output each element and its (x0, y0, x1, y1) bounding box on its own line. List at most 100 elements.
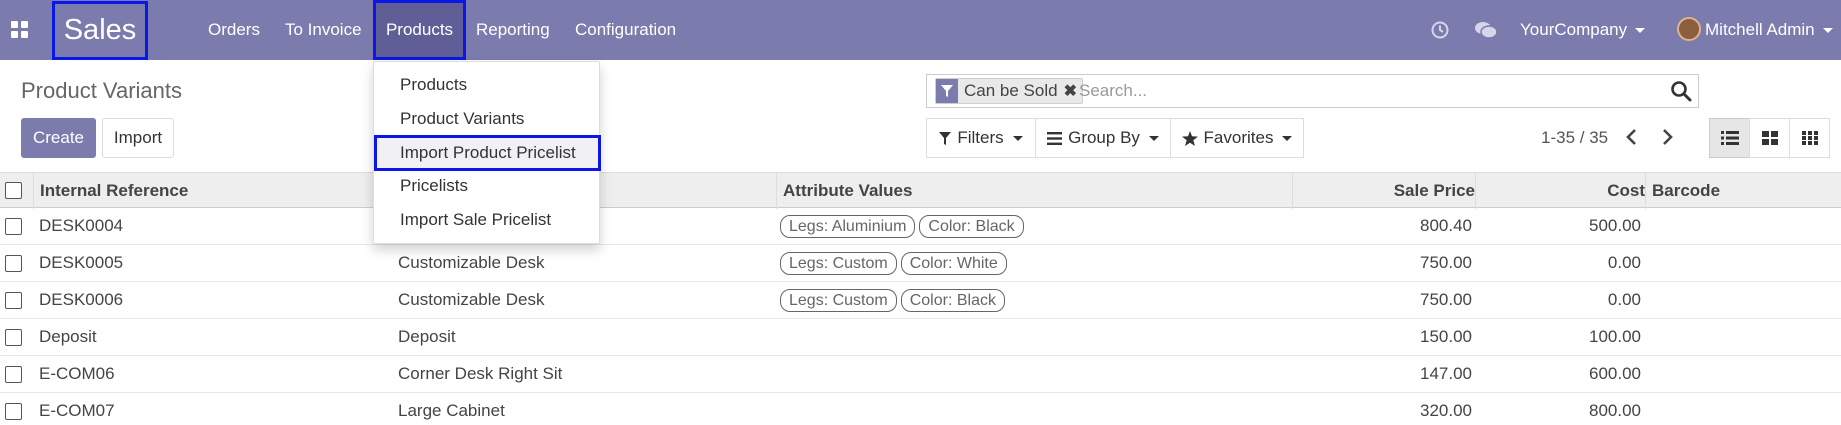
cell-attribute-values: Legs: Custom Color: Black (780, 282, 1009, 318)
table-row[interactable]: DESK0004 Legs: Aluminium Color: Black 80… (0, 208, 1841, 245)
company-name: YourCompany (1520, 20, 1628, 39)
menu-configuration[interactable]: Configuration (575, 0, 676, 60)
cell-internal-reference: DESK0005 (39, 253, 124, 272)
search-facet: Can be Sold ✖ (935, 78, 1083, 104)
list-icon (1720, 131, 1739, 145)
col-barcode[interactable]: Barcode (1645, 173, 1841, 209)
select-all-checkbox[interactable] (5, 182, 22, 199)
attribute-tag: Color: Black (919, 214, 1024, 238)
menu-item-import-product-pricelist[interactable]: Import Product Pricelist (374, 135, 601, 171)
cell-attribute-values: Legs: Custom Color: White (780, 245, 1011, 281)
cell-attribute-values: Legs: Aluminium Color: Black (780, 208, 1028, 244)
cell-internal-reference: Deposit (39, 327, 97, 346)
favorites-label: Favorites (1203, 128, 1274, 147)
cell-cost: 600.00 (1589, 364, 1641, 383)
row-checkbox[interactable] (5, 218, 22, 235)
cell-name: Customizable Desk (398, 290, 545, 309)
table-row[interactable]: E-COM07 Large Cabinet 320.00 800.00 (0, 393, 1841, 425)
grid-view-button[interactable] (1789, 118, 1830, 158)
cell-cost: 800.00 (1589, 401, 1641, 420)
products-dropdown-menu: Products Product Variants Import Product… (373, 61, 601, 244)
menu-products[interactable]: Products (373, 0, 466, 60)
search-icon[interactable] (1670, 80, 1692, 102)
menu-item-product-variants[interactable]: Product Variants (374, 104, 601, 134)
table-header: Internal Reference Attribute Values Sale… (0, 172, 1841, 209)
star-icon (1181, 130, 1198, 146)
cell-name: Corner Desk Right Sit (398, 364, 563, 383)
cell-name: Large Cabinet (398, 401, 505, 420)
kanban-icon (1761, 131, 1778, 145)
create-button[interactable]: Create (21, 118, 96, 158)
attribute-tag: Color: White (900, 251, 1007, 275)
table-row[interactable]: Deposit Deposit 150.00 100.00 (0, 319, 1841, 356)
cell-cost: 0.00 (1607, 253, 1641, 272)
group-by-label: Group By (1068, 128, 1140, 147)
cell-cost: 500.00 (1589, 216, 1641, 235)
clock-icon[interactable] (1430, 20, 1450, 40)
menu-to-invoice[interactable]: To Invoice (285, 0, 362, 60)
user-menu[interactable]: Mitchell Admin (1705, 0, 1833, 60)
cell-sale-price: 320.00 (1420, 401, 1472, 420)
user-name: Mitchell Admin (1705, 20, 1815, 39)
pager-value[interactable]: 1-35 / 35 (1541, 128, 1608, 148)
cell-internal-reference: E-COM07 (39, 401, 115, 420)
chevron-down-icon (1148, 135, 1159, 141)
attribute-tag: Legs: Custom (780, 251, 897, 275)
cell-sale-price: 147.00 (1420, 364, 1472, 383)
avatar[interactable] (1677, 17, 1701, 41)
list-view-button[interactable] (1709, 118, 1750, 158)
row-checkbox[interactable] (5, 292, 22, 309)
grid-icon (1801, 131, 1818, 145)
chevron-left-icon[interactable] (1622, 124, 1642, 150)
menu-item-pricelists[interactable]: Pricelists (374, 171, 601, 201)
cell-name: Deposit (398, 327, 456, 346)
cell-sale-price: 150.00 (1420, 327, 1472, 346)
company-switcher[interactable]: YourCompany (1520, 0, 1646, 60)
page-title: Product Variants (21, 78, 183, 103)
chat-icon[interactable] (1474, 20, 1498, 40)
cell-sale-price: 750.00 (1420, 290, 1472, 309)
cell-name: Customizable Desk (398, 253, 545, 272)
menu-item-products[interactable]: Products (374, 70, 601, 100)
search-input[interactable] (1079, 78, 1639, 104)
row-checkbox[interactable] (5, 329, 22, 346)
group-by-button[interactable]: Group By (1035, 118, 1171, 158)
col-cost[interactable]: Cost (1475, 173, 1645, 209)
row-checkbox[interactable] (5, 255, 22, 272)
table-row[interactable]: E-COM06 Corner Desk Right Sit 147.00 600… (0, 356, 1841, 393)
favorites-button[interactable]: Favorites (1170, 118, 1304, 158)
col-sale-price[interactable]: Sale Price (1292, 173, 1475, 209)
chevron-down-icon (1822, 27, 1833, 33)
cell-internal-reference: E-COM06 (39, 364, 115, 383)
menu-orders[interactable]: Orders (208, 0, 260, 60)
table-row[interactable]: DESK0006 Customizable Desk Legs: Custom … (0, 282, 1841, 319)
cell-sale-price: 800.40 (1420, 216, 1472, 235)
facet-label: Can be Sold (964, 81, 1058, 100)
col-attribute-values[interactable]: Attribute Values (776, 173, 1292, 209)
filter-icon (936, 79, 958, 103)
chevron-right-icon[interactable] (1657, 124, 1677, 150)
row-checkbox[interactable] (5, 366, 22, 383)
chevron-down-icon (1282, 135, 1293, 141)
kanban-view-button[interactable] (1749, 118, 1790, 158)
menu-reporting[interactable]: Reporting (476, 0, 550, 60)
bars-icon (1047, 131, 1063, 145)
top-navbar: Sales Orders To Invoice Products Reporti… (0, 0, 1841, 60)
cell-internal-reference: DESK0006 (39, 290, 124, 309)
chevron-down-icon (1635, 27, 1646, 33)
table-row[interactable]: DESK0005 Customizable Desk Legs: Custom … (0, 245, 1841, 282)
import-button[interactable]: Import (102, 118, 174, 158)
attribute-tag: Legs: Custom (780, 288, 897, 312)
filters-button[interactable]: Filters (926, 118, 1036, 158)
menu-item-import-sale-pricelist[interactable]: Import Sale Pricelist (374, 205, 601, 235)
filters-label: Filters (957, 128, 1004, 147)
cell-cost: 100.00 (1589, 327, 1641, 346)
row-checkbox[interactable] (5, 403, 22, 420)
app-title[interactable]: Sales (52, 1, 148, 60)
cell-cost: 0.00 (1607, 290, 1641, 309)
apps-icon[interactable] (11, 21, 29, 39)
cell-internal-reference: DESK0004 (39, 216, 124, 235)
attribute-tag: Color: Black (900, 288, 1005, 312)
filter-icon (939, 131, 952, 145)
col-internal-reference[interactable]: Internal Reference (33, 173, 188, 209)
